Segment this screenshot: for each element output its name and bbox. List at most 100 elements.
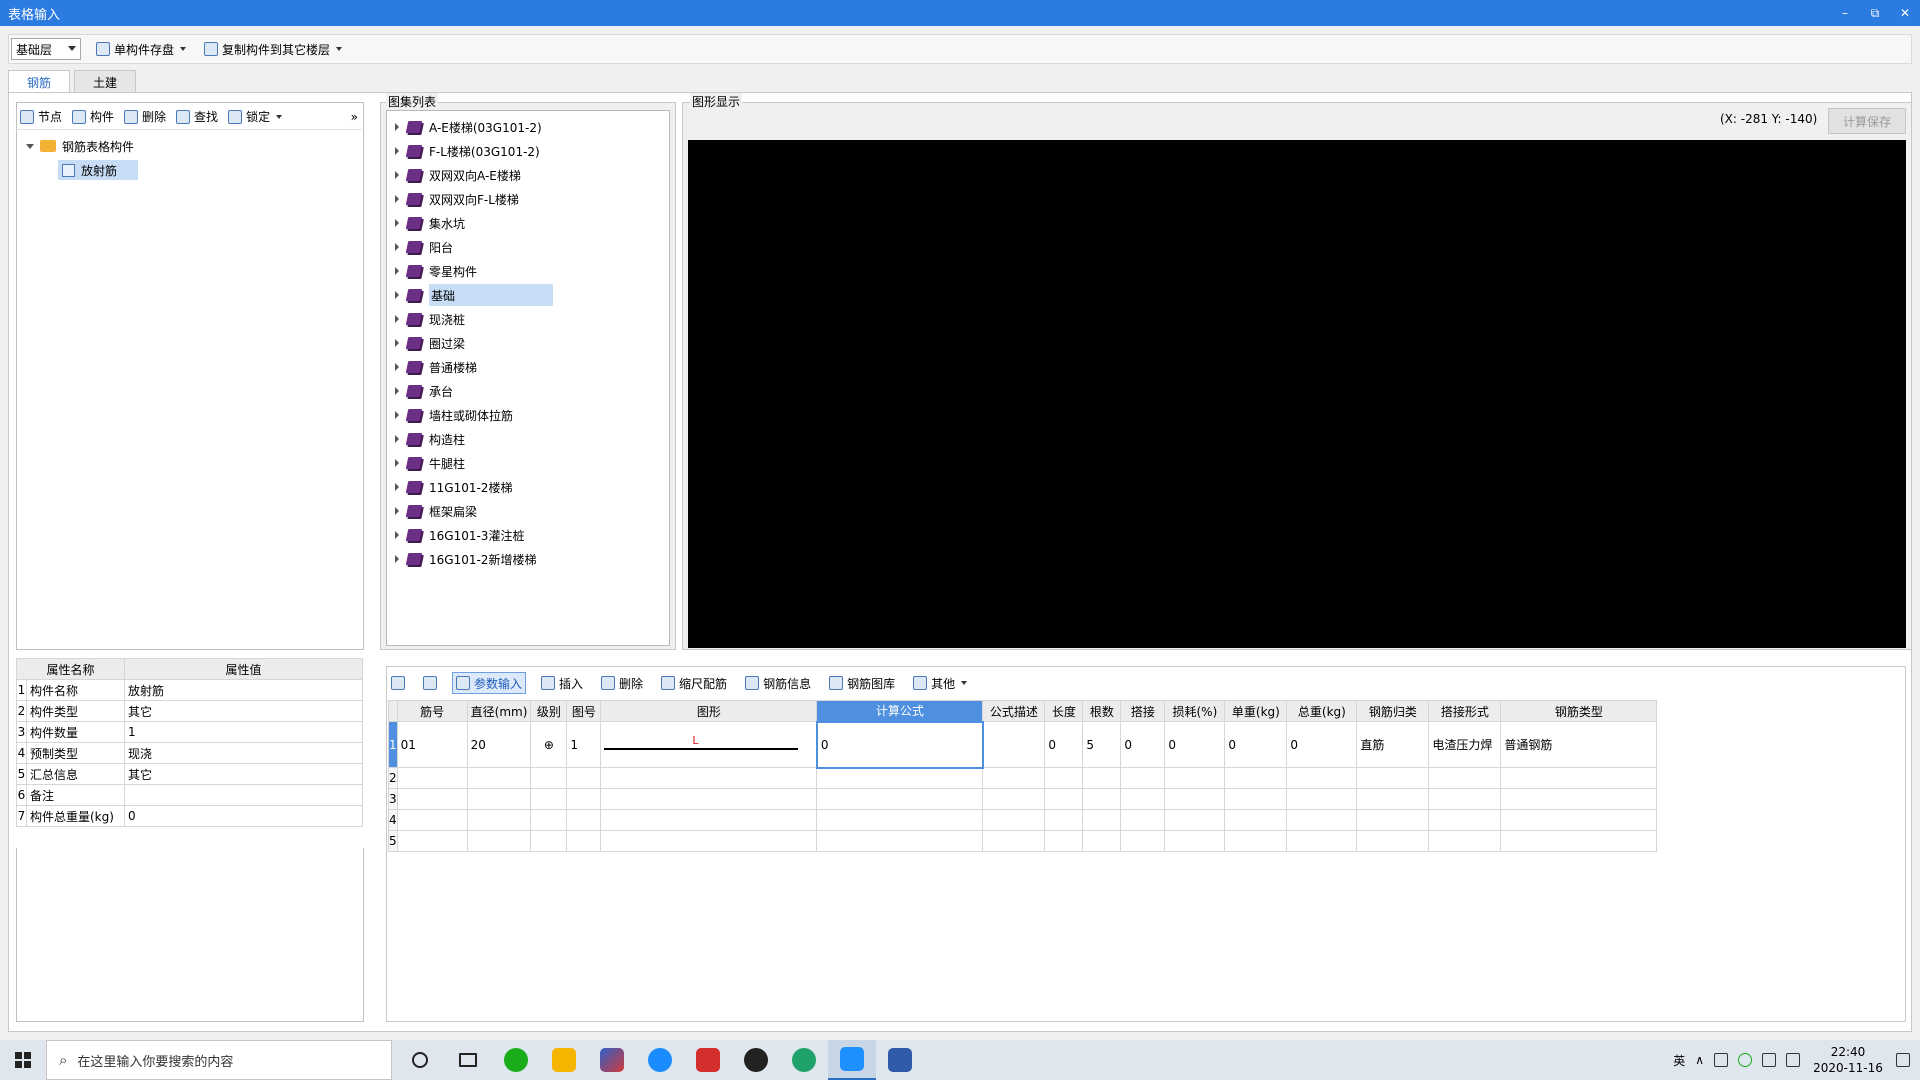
atlas-item[interactable]: 零星构件 [387, 259, 669, 283]
clock[interactable]: 22:40 2020-11-16 [1810, 1044, 1886, 1076]
atlas-item[interactable]: 集水坑 [387, 211, 669, 235]
tree-item-radial-rebar[interactable]: 放射筋 [58, 160, 138, 180]
table-row[interactable]: 5 汇总信息 其它 [16, 763, 364, 785]
table-row[interactable]: 6 备注 [16, 784, 364, 806]
cell-grade[interactable]: ⊕ [530, 721, 568, 768]
minimize-button[interactable]: – [1830, 0, 1860, 26]
tree-root[interactable]: 钢筋表格构件 [26, 136, 134, 156]
rebar-info-button[interactable]: 钢筋信息 [742, 672, 814, 694]
param-input-button[interactable]: 参数输入 [452, 672, 527, 694]
atlas-item[interactable]: A-E楼梯(03G101-2) [387, 115, 669, 139]
move-down-button[interactable] [420, 672, 440, 694]
cell-lap[interactable]: 0 [1120, 721, 1166, 768]
table-row[interactable]: 1 01 20 ⊕ 1 L 0 0 5 0 0 0 0 直筋 电渣压力焊 普通钢… [388, 720, 1658, 769]
tab-rebar[interactable]: 钢筋 [8, 70, 70, 94]
restore-button[interactable]: ⧉ [1860, 0, 1890, 26]
node-button[interactable]: 节点 [20, 106, 62, 128]
atlas-item[interactable]: 16G101-3灌注桩 [387, 523, 669, 547]
cell-rebar-type[interactable]: 普通钢筋 [1500, 721, 1658, 768]
table-row[interactable]: 5 [388, 830, 1658, 852]
cad-app[interactable] [876, 1040, 924, 1080]
find-button[interactable]: 查找 [176, 106, 218, 128]
cell-shape[interactable]: L [600, 721, 818, 768]
atlas-item[interactable]: F-L楼梯(03G101-2) [387, 139, 669, 163]
atlas-item[interactable]: 现浇桩 [387, 307, 669, 331]
other-button[interactable]: 其他 [910, 672, 970, 694]
atlas-item[interactable]: 承台 [387, 379, 669, 403]
atlas-item[interactable]: 16G101-2新增楼梯 [387, 547, 669, 571]
atlas-item[interactable]: 11G101-2楼梯 [387, 475, 669, 499]
cell-total-weight[interactable]: 0 [1286, 721, 1358, 768]
cell-unit-weight[interactable]: 0 [1224, 721, 1288, 768]
cell-formula[interactable]: 0 [815, 720, 984, 769]
atlas-item[interactable]: 阳台 [387, 235, 669, 259]
table-row[interactable]: 7 构件总重量(kg) 0 [16, 805, 364, 827]
volume-icon[interactable] [1786, 1053, 1800, 1067]
prop-value[interactable]: 放射筋 [124, 679, 364, 701]
prop-value[interactable]: 0 [124, 805, 364, 827]
close-button[interactable]: ✕ [1890, 0, 1920, 26]
delete-row-button[interactable]: 删除 [598, 672, 646, 694]
atlas-item[interactable]: 双网双向F-L楼梯 [387, 187, 669, 211]
table-row[interactable]: 2 构件类型 其它 [16, 700, 364, 722]
cell-desc[interactable] [982, 721, 1046, 768]
wechat-tray-icon[interactable] [1738, 1053, 1752, 1067]
task-view-button[interactable] [444, 1040, 492, 1080]
prop-value[interactable]: 1 [124, 721, 364, 743]
notification-icon[interactable] [1896, 1053, 1910, 1067]
cell-loss[interactable]: 0 [1164, 721, 1226, 768]
calc-save-button[interactable]: 计算保存 [1828, 108, 1906, 134]
table-row[interactable]: 3 [388, 788, 1658, 810]
atlas-item[interactable]: 牛腿柱 [387, 451, 669, 475]
table-row[interactable]: 3 构件数量 1 [16, 721, 364, 743]
taskbar-search[interactable]: ⌕ 在这里输入你要搜索的内容 [46, 1040, 392, 1080]
atlas-item[interactable]: 双网双向A-E楼梯 [387, 163, 669, 187]
cortana-button[interactable] [396, 1040, 444, 1080]
cell-diameter[interactable]: 20 [466, 721, 532, 768]
tab-civil[interactable]: 土建 [74, 70, 136, 93]
cell-fig-no[interactable]: 1 [566, 721, 602, 768]
table-row[interactable]: 4 [388, 809, 1658, 831]
toolbar-overflow-button[interactable]: » [351, 106, 358, 128]
atlas-item[interactable]: 普通楼梯 [387, 355, 669, 379]
save-component-button[interactable]: 单构件存盘 [93, 38, 189, 60]
network-app-icon[interactable] [1714, 1053, 1728, 1067]
rebar-library-button[interactable]: 钢筋图库 [826, 672, 898, 694]
prop-value[interactable]: 现浇 [124, 742, 364, 764]
table-row[interactable]: 4 预制类型 现浇 [16, 742, 364, 764]
scale-rebar-button[interactable]: 缩尺配筋 [658, 672, 730, 694]
ime-indicator[interactable]: 英 [1673, 1052, 1685, 1069]
insert-button[interactable]: 插入 [538, 672, 586, 694]
component-button[interactable]: 构件 [72, 106, 114, 128]
edge-app[interactable] [780, 1040, 828, 1080]
copy-component-button[interactable]: 复制构件到其它楼层 [201, 38, 345, 60]
browser-app[interactable] [636, 1040, 684, 1080]
delete-button[interactable]: 删除 [124, 106, 166, 128]
prop-value[interactable] [124, 784, 364, 806]
cell-count[interactable]: 5 [1082, 721, 1122, 768]
qq-app[interactable] [732, 1040, 780, 1080]
lock-button[interactable]: 锁定 [228, 106, 283, 128]
start-button[interactable] [0, 1040, 46, 1080]
atlas-item[interactable]: 圈过梁 [387, 331, 669, 355]
design-app[interactable] [588, 1040, 636, 1080]
cell-lap-type[interactable]: 电渣压力焊 [1428, 721, 1502, 768]
atlas-item[interactable]: 墙柱或砌体拉筋 [387, 403, 669, 427]
pdf-app[interactable] [684, 1040, 732, 1080]
cell-length[interactable]: 0 [1044, 721, 1084, 768]
move-up-button[interactable] [388, 672, 408, 694]
table-row[interactable]: 2 [388, 767, 1658, 789]
prop-value[interactable]: 其它 [124, 700, 364, 722]
atlas-item[interactable]: 构造柱 [387, 427, 669, 451]
chevron-up-icon[interactable]: ∧ [1695, 1053, 1704, 1067]
atlas-item-selected[interactable]: 基础 [387, 283, 669, 307]
floor-select[interactable]: 基础层 [11, 38, 81, 60]
atlas-item[interactable]: 框架扁梁 [387, 499, 669, 523]
glodon-app-active[interactable] [828, 1040, 876, 1080]
cell-category[interactable]: 直筋 [1356, 721, 1430, 768]
cell-id[interactable]: 01 [396, 721, 468, 768]
table-row[interactable]: 1 构件名称 放射筋 [16, 679, 364, 701]
graphic-canvas[interactable] [688, 140, 1906, 648]
cloud-app[interactable] [540, 1040, 588, 1080]
wechat-app[interactable] [492, 1040, 540, 1080]
